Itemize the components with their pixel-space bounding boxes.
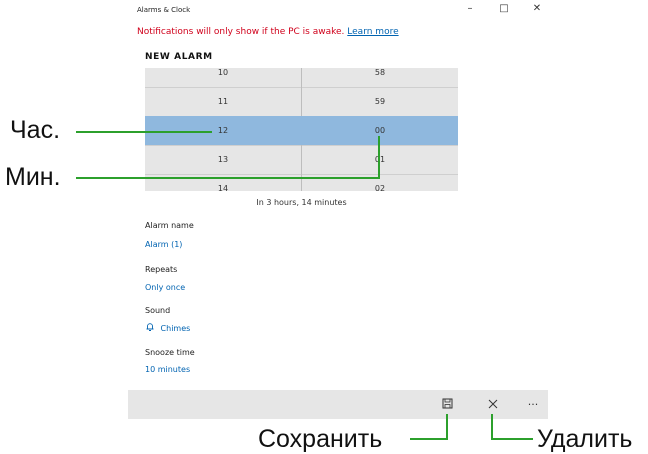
close-icon <box>488 399 498 409</box>
sound-value: Chimes <box>160 324 191 333</box>
save-icon <box>442 398 452 409</box>
save-callout-line-vertical <box>446 414 448 440</box>
save-button[interactable] <box>438 396 456 414</box>
notification-banner: Notifications will only show if the PC i… <box>137 27 399 37</box>
minute-cell-selected[interactable]: 00 <box>302 116 458 145</box>
more-icon: ··· <box>527 398 539 411</box>
minute-cell[interactable]: 58 <box>302 68 458 87</box>
hour-cell[interactable]: 10 <box>145 68 301 87</box>
close-icon[interactable]: ✕ <box>530 3 544 14</box>
repeats-label: Repeats <box>145 265 178 274</box>
delete-callout-line <box>491 438 533 440</box>
time-until-alarm: In 3 hours, 14 minutes <box>256 198 347 207</box>
hour-cell[interactable]: 13 <box>145 145 301 174</box>
command-bar: ··· <box>128 390 548 419</box>
hour-cell[interactable]: 11 <box>145 87 301 116</box>
hour-callout-line <box>76 131 212 133</box>
alarm-name-label: Alarm name <box>145 221 194 230</box>
notification-text: Notifications will only show if the PC i… <box>137 27 345 37</box>
delete-callout-label: Удалить <box>537 425 633 453</box>
window-title: Alarms & Clock <box>137 6 191 14</box>
section-title: NEW ALARM <box>145 52 213 62</box>
snooze-select[interactable]: 10 minutes <box>145 365 190 374</box>
maximize-icon[interactable]: □ <box>497 3 511 14</box>
bell-icon <box>146 323 154 331</box>
delete-callout-line-vertical <box>491 414 493 440</box>
save-callout-line <box>410 438 448 440</box>
minute-callout-label: Мин. <box>5 163 61 191</box>
save-callout-label: Сохранить <box>258 425 383 453</box>
snooze-label: Snooze time <box>145 348 195 357</box>
minute-cell[interactable]: 59 <box>302 87 458 116</box>
alarm-name-input[interactable]: Alarm (1) <box>145 240 182 249</box>
repeats-select[interactable]: Only once <box>145 283 185 292</box>
column-divider <box>301 145 302 191</box>
time-picker[interactable]: 10 58 11 59 12 00 13 01 14 02 <box>145 68 458 191</box>
hour-callout-label: Час. <box>10 116 61 144</box>
sound-label: Sound <box>145 306 171 315</box>
sound-select[interactable]: Chimes <box>145 322 190 333</box>
minimize-icon[interactable]: – <box>463 3 477 14</box>
more-button[interactable]: ··· <box>524 396 542 414</box>
minute-callout-line-vertical <box>378 136 380 179</box>
minute-cell[interactable]: 01 <box>302 145 458 174</box>
learn-more-link[interactable]: Learn more <box>347 27 398 37</box>
column-divider <box>301 68 302 116</box>
minute-callout-line <box>76 177 380 179</box>
delete-button[interactable] <box>484 396 502 414</box>
